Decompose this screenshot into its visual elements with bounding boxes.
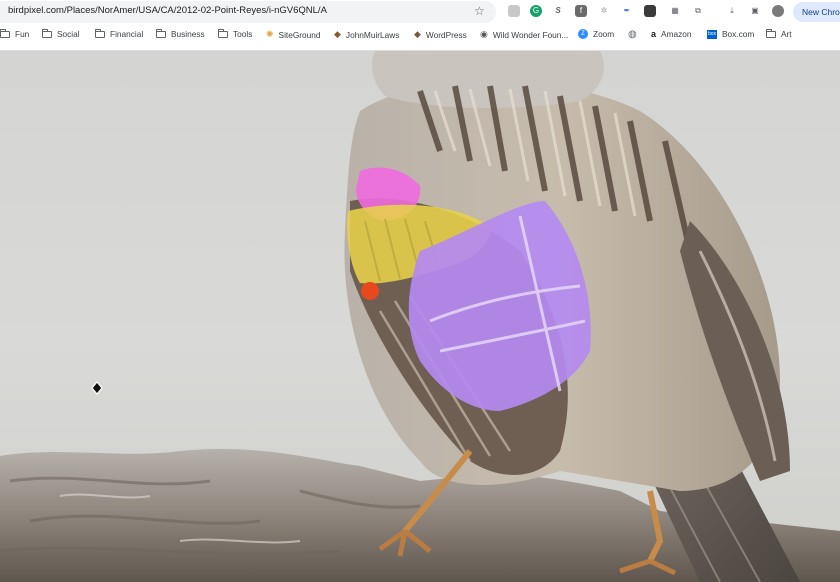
folder-icon (95, 28, 105, 38)
bookmark-label: Business (171, 29, 205, 39)
url-text[interactable]: birdpixel.com/Places/NorAmer/USA/CA/2012… (8, 5, 327, 16)
facebook-icon[interactable]: f (575, 5, 587, 17)
wildwonder-icon: ◉ (480, 29, 488, 39)
folder-icon (0, 28, 10, 38)
bookmark-wordpress[interactable]: ◆ WordPress (414, 29, 467, 40)
grammarly-icon[interactable]: G (530, 5, 542, 17)
folder-icon (42, 28, 52, 38)
bookmark-label: Fun (15, 29, 30, 39)
feather-icon[interactable]: ✒ (621, 5, 633, 17)
bookmark-johnmuirlaws[interactable]: ◆ JohnMuirLaws (334, 29, 399, 40)
bookmark-globe[interactable]: ◍ (628, 29, 642, 40)
bookmark-business[interactable]: Business (156, 28, 205, 39)
star-icon[interactable]: ☆ (474, 4, 485, 18)
photo-viewer[interactable] (0, 51, 840, 582)
s-extension-icon[interactable]: S (552, 5, 564, 17)
folder-icon (156, 28, 166, 38)
bird-photo (0, 51, 840, 582)
bookmarks-bar: Fun Social Financial Business Tools ✺ Sit… (0, 27, 840, 45)
bookmark-label: Box.com (722, 29, 755, 39)
bookmark-label: Financial (110, 29, 144, 39)
cursor-icon (91, 381, 103, 395)
johnmuirlaws-icon: ◆ (334, 29, 341, 39)
wordpress-icon: ◆ (414, 29, 421, 39)
red-feather-patch (361, 282, 379, 300)
bookmark-amazon[interactable]: a Amazon (651, 29, 691, 39)
address-bar[interactable]: birdpixel.com/Places/NorAmer/USA/CA/2012… (0, 1, 496, 23)
sparkle-icon[interactable]: ✲ (598, 5, 610, 17)
bookmark-fun[interactable]: Fun (0, 28, 30, 39)
bookmark-label: Social (57, 29, 80, 39)
folder-icon (218, 28, 228, 38)
bookmark-art[interactable]: Art (766, 28, 792, 39)
bookmark-label: JohnMuirLaws (345, 29, 400, 40)
bookmark-label: Tools (233, 29, 253, 39)
ext-1[interactable] (508, 5, 520, 17)
amazon-icon: a (651, 29, 657, 39)
bookmark-financial[interactable]: Financial (95, 28, 144, 39)
qr-code-icon[interactable]: ▦ (669, 5, 681, 17)
bookmark-label: Amazon (661, 29, 692, 39)
dashlane-icon[interactable] (644, 5, 656, 17)
siteground-icon: ✺ (266, 29, 274, 39)
browser-toolbar: birdpixel.com/Places/NorAmer/USA/CA/2012… (0, 0, 840, 51)
bookmark-label: Zoom (593, 29, 615, 39)
bookmark-label: Art (781, 29, 792, 39)
bookmark-label: SiteGround (278, 29, 321, 40)
new-chrome-button[interactable]: New Chro (793, 2, 840, 22)
puzzle-icon[interactable]: ⧉ (692, 5, 704, 17)
globe-icon: ◍ (628, 29, 637, 40)
bird-head (372, 51, 604, 108)
bookmark-zoom[interactable]: Z Zoom (578, 29, 614, 39)
folder-icon (766, 28, 776, 38)
sidebar-icon[interactable]: ▣ (749, 5, 761, 17)
profile-avatar-icon[interactable] (772, 5, 784, 17)
bookmark-social[interactable]: Social (42, 28, 80, 39)
box-icon: box (707, 29, 717, 39)
bookmark-label: WordPress (425, 29, 467, 40)
bookmark-tools[interactable]: Tools (218, 28, 253, 39)
zoom-icon: Z (578, 29, 588, 39)
download-icon[interactable]: ⤓ (726, 5, 738, 17)
bookmark-label: Wild Wonder Foun... (492, 29, 569, 40)
bookmark-box[interactable]: box Box.com (707, 29, 754, 39)
bookmark-siteground[interactable]: ✺ SiteGround (266, 29, 321, 40)
bookmark-wild-wonder[interactable]: ◉ Wild Wonder Foun... (480, 29, 568, 40)
